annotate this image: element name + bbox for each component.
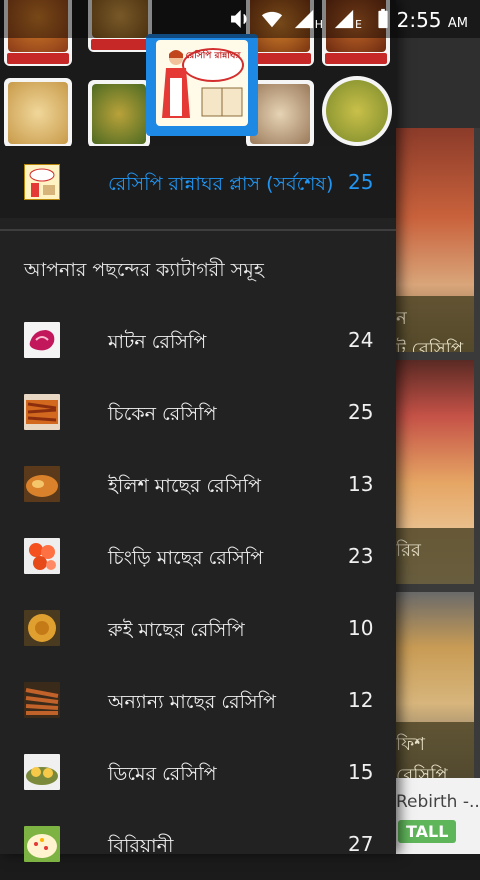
battery-icon bbox=[378, 8, 388, 28]
logo-title: রেসিপি রান্নাঘর bbox=[182, 48, 244, 82]
volume-icon bbox=[230, 9, 247, 28]
divider bbox=[0, 229, 396, 231]
prawn-icon bbox=[24, 538, 60, 574]
biryani-icon bbox=[24, 826, 60, 862]
category-label: মাটন রেসিপি bbox=[108, 331, 207, 353]
category-label: চিকেন রেসিপি bbox=[108, 403, 217, 425]
chef-lady-icon bbox=[162, 50, 190, 118]
card-caption: রির bbox=[396, 528, 474, 584]
other-fish-icon bbox=[24, 682, 60, 718]
wifi-icon bbox=[261, 11, 282, 27]
ad-title: Rebirth -... bbox=[396, 792, 480, 812]
featured-menu-item[interactable]: রেসিপি রান্নাঘর প্লাস (সর্বশেষ) 25 bbox=[0, 146, 396, 218]
category-item-prawn[interactable]: চিংড়ি মাছের রেসিপি 23 bbox=[0, 520, 396, 592]
section-title: আপনার পছন্দের ক্যাটাগরী সমূহ bbox=[24, 259, 264, 281]
featured-menu-count: 25 bbox=[348, 170, 374, 194]
status-bar: H E 2:55 AM bbox=[0, 0, 480, 38]
background-recipe-card[interactable]: ফিশ রেসিপি bbox=[396, 592, 474, 778]
clock: 2:55 AM bbox=[396, 8, 468, 32]
network-type-label-2: E bbox=[355, 18, 362, 31]
featured-menu-label: রেসিপি রান্নাঘর প্লাস (সর্বশেষ) bbox=[108, 173, 334, 195]
category-count: 13 bbox=[348, 472, 374, 496]
background-recipe-card[interactable]: নট রেসিপি bbox=[396, 128, 474, 352]
category-count: 23 bbox=[348, 544, 374, 568]
category-label: অন্যান্য মাছের রেসিপি bbox=[108, 691, 276, 713]
category-count: 24 bbox=[348, 328, 374, 352]
recipe-kitchen-logo-icon bbox=[24, 164, 60, 200]
chicken-icon bbox=[24, 394, 60, 430]
app-logo: রেসিপি রান্নাঘর bbox=[146, 34, 258, 136]
ad-banner[interactable]: Rebirth -... TALL bbox=[396, 778, 480, 854]
category-label: রুই মাছের রেসিপি bbox=[108, 619, 245, 641]
category-count: 25 bbox=[348, 400, 374, 424]
category-label: চিংড়ি মাছের রেসিপি bbox=[108, 547, 264, 569]
category-count: 12 bbox=[348, 688, 374, 712]
category-label: ইলিশ মাছের রেসিপি bbox=[108, 475, 261, 497]
category-item-rui[interactable]: রুই মাছের রেসিপি 10 bbox=[0, 592, 396, 664]
mutton-icon bbox=[24, 322, 60, 358]
category-item-other-fish[interactable]: অন্যান্য মাছের রেসিপি 12 bbox=[0, 664, 396, 736]
rui-fish-icon bbox=[24, 610, 60, 646]
category-label: ডিমের রেসিপি bbox=[108, 763, 217, 785]
category-count: 10 bbox=[348, 616, 374, 640]
card-caption: ফিশ রেসিপি bbox=[396, 722, 474, 778]
category-item-egg[interactable]: ডিমের রেসিপি 15 bbox=[0, 736, 396, 808]
category-item-chicken[interactable]: চিকেন রেসিপি 25 bbox=[0, 376, 396, 448]
signal-icon bbox=[294, 9, 313, 28]
category-count: 15 bbox=[348, 760, 374, 784]
food-tile bbox=[4, 78, 72, 146]
signal-icon-2 bbox=[334, 9, 354, 28]
recipe-book-icon bbox=[201, 87, 243, 117]
logo-card: রেসিপি রান্নাঘর bbox=[156, 40, 248, 126]
food-tile bbox=[88, 80, 150, 146]
hilsa-fish-icon bbox=[24, 466, 60, 502]
category-count: 27 bbox=[348, 832, 374, 856]
card-caption: নট রেসিপি bbox=[396, 296, 474, 352]
category-item-biryani[interactable]: বিরিয়ানী 27 bbox=[0, 808, 396, 880]
navigation-drawer: রেসিপি রান্নাঘর রেসিপি রান্নাঘর প্লাস (স… bbox=[0, 0, 396, 862]
network-type-label: H bbox=[314, 18, 324, 31]
category-label: বিরিয়ানী bbox=[108, 835, 174, 857]
background-recipe-card[interactable]: রির bbox=[396, 360, 474, 584]
food-tile bbox=[322, 76, 392, 146]
ad-install-button[interactable]: TALL bbox=[398, 820, 457, 843]
egg-icon bbox=[24, 754, 60, 790]
category-item-hilsa[interactable]: ইলিশ মাছের রেসিপি 13 bbox=[0, 448, 396, 520]
category-item-mutton[interactable]: মাটন রেসিপি 24 bbox=[0, 304, 396, 376]
